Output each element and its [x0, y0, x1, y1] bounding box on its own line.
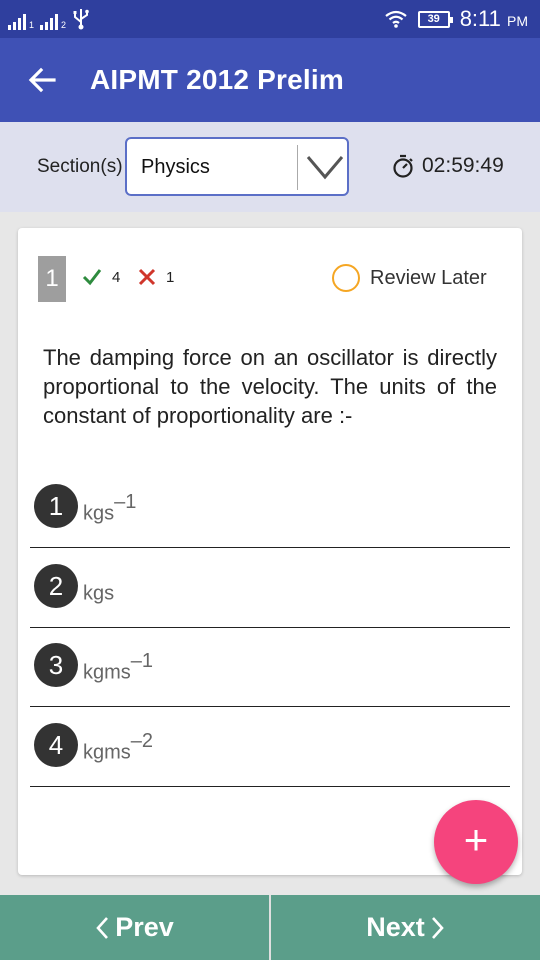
- chevron-left-icon: [96, 916, 109, 939]
- prev-button[interactable]: Prev: [0, 895, 269, 960]
- dropdown-divider: [297, 145, 298, 190]
- section-dropdown[interactable]: Physics: [125, 137, 349, 196]
- option-2[interactable]: 2 kgs: [30, 548, 510, 628]
- option-text: kgs: [83, 582, 115, 605]
- status-left-icons: 1 2: [8, 8, 90, 30]
- option-number: 2: [34, 564, 78, 608]
- page-title: AIPMT 2012 Prelim: [90, 64, 344, 95]
- question-text: The damping force on an oscillator is di…: [43, 345, 497, 428]
- question-number-badge: 1: [38, 256, 66, 302]
- section-dropdown-value: Physics: [141, 156, 210, 178]
- status-right-icons: 39 8:11 PM: [384, 4, 528, 34]
- app-bar: AIPMT 2012 Prelim: [0, 38, 540, 122]
- back-arrow-icon[interactable]: [24, 62, 60, 98]
- option-number: 4: [34, 723, 78, 767]
- correct-marks: 4: [82, 268, 120, 286]
- next-label: Next: [366, 912, 425, 942]
- signal-sim1-icon: 1: [8, 10, 34, 30]
- section-bar: Section(s) Physics 02:59:49: [0, 122, 540, 212]
- add-fab-button[interactable]: +: [434, 800, 518, 884]
- chevron-down-icon: [306, 156, 344, 180]
- cross-icon: [138, 268, 156, 286]
- question-card: 1 4 1 Review Later The damping force on …: [18, 228, 522, 875]
- review-later-toggle[interactable]: Review Later: [332, 264, 487, 292]
- option-number: 1: [34, 484, 78, 528]
- negative-marks: 1: [138, 268, 174, 286]
- status-clock: 8:11 PM: [459, 6, 528, 31]
- option-3[interactable]: 3 kgms–1: [30, 627, 510, 707]
- section-label: Section(s): [37, 156, 123, 177]
- status-bar: 1 2 39 8:11 PM: [0, 0, 540, 38]
- bottom-nav: Prev Next: [0, 895, 540, 960]
- option-4[interactable]: 4 kgms–2: [30, 707, 510, 787]
- wifi-icon: [385, 10, 407, 28]
- exam-timer: 02:59:49: [392, 154, 504, 178]
- check-icon: [82, 269, 102, 286]
- usb-icon: [73, 9, 89, 30]
- option-1[interactable]: 1 kgs–1: [30, 468, 510, 548]
- chevron-right-icon: [431, 916, 444, 939]
- option-number: 3: [34, 643, 78, 687]
- option-text: kgms–2: [83, 730, 154, 764]
- next-button[interactable]: Next: [271, 895, 540, 960]
- option-text: kgms–1: [83, 650, 154, 684]
- review-radio-icon[interactable]: [332, 264, 360, 292]
- review-later-label: Review Later: [370, 266, 487, 289]
- stopwatch-icon: [393, 154, 413, 178]
- timer-value: 02:59:49: [422, 154, 504, 177]
- prev-label: Prev: [115, 912, 174, 942]
- option-text: kgs–1: [83, 491, 137, 525]
- signal-sim2-icon: 2: [40, 10, 66, 30]
- battery-icon: 39: [417, 10, 453, 28]
